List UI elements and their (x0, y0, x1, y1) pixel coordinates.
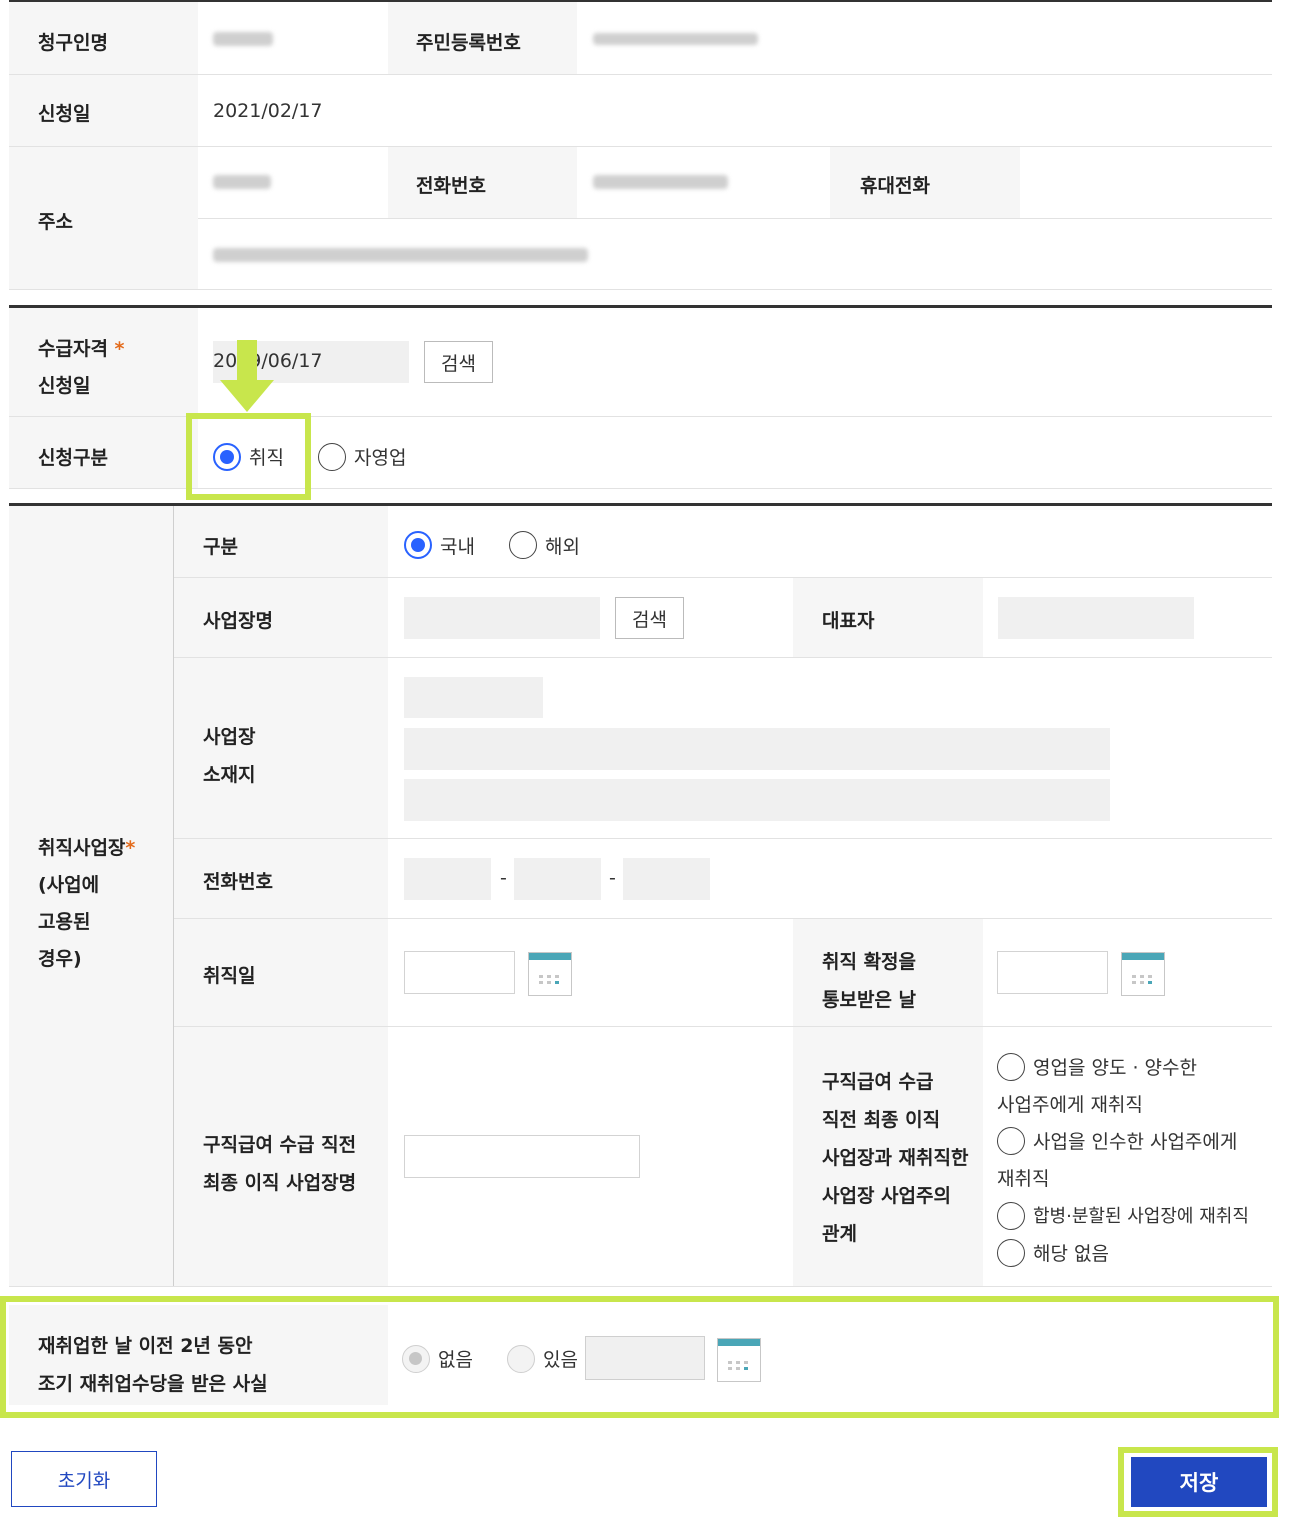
postcode-redacted (213, 175, 271, 189)
workplace-section-label: 취직사업장* (사업에 고용된 경우) (38, 837, 136, 970)
workplace-search-button[interactable]: 검색 (615, 597, 684, 639)
rrn-label: 주민등록번호 (416, 32, 521, 54)
prev-workplace-input[interactable] (404, 1135, 640, 1178)
radio-relation-acquisition-label-2: 재취직 (997, 1168, 1050, 1190)
phone-separator-2: - (609, 867, 616, 889)
claimant-name-label: 청구인명 (38, 32, 108, 54)
radio-relation-acquisition-label-1: 사업을 인수한 사업주에게 (1033, 1131, 1238, 1153)
hire-date-input[interactable] (404, 951, 515, 994)
confirm-date-calendar-icon[interactable] (1121, 952, 1165, 996)
radio-relation-transfer-label-2: 사업주에게 재취직 (997, 1094, 1143, 1116)
workplace-name-input[interactable] (404, 597, 600, 639)
radio-relation-transfer[interactable] (997, 1053, 1025, 1081)
mobile-label: 휴대전화 (860, 175, 930, 197)
radio-relation-acquisition[interactable] (997, 1127, 1025, 1155)
radio-self-employed[interactable] (318, 443, 346, 471)
radio-domestic[interactable] (404, 531, 432, 559)
phone-value-redacted (593, 175, 728, 189)
radio-domestic-label: 국내 (440, 536, 475, 558)
workplace-phone-part3[interactable] (623, 858, 710, 900)
address-value-redacted (213, 248, 588, 262)
location-address2-input[interactable] (404, 779, 1110, 821)
radio-relation-merger[interactable] (997, 1202, 1025, 1230)
radio-relation-none-label: 해당 없음 (1033, 1243, 1109, 1265)
representative-input[interactable] (998, 597, 1194, 639)
highlight-early-benefit-row (0, 1296, 1279, 1418)
application-date-label: 신청일 (38, 103, 91, 125)
eligibility-date-header (9, 308, 198, 416)
phone-label: 전화번호 (416, 175, 486, 197)
workplace-name-label: 사업장명 (203, 610, 273, 632)
save-button[interactable]: 저장 (1131, 1457, 1267, 1507)
eligibility-search-button[interactable]: 검색 (424, 341, 493, 383)
eligibility-date-label-line2: 신청일 (38, 375, 91, 397)
location-label: 사업장 소재지 (203, 726, 256, 786)
radio-relation-none[interactable] (997, 1239, 1025, 1267)
relation-label: 구직급여 수급 직전 최종 이직 사업장과 재취직한 사업장 사업주의 관계 (822, 1071, 969, 1245)
highlight-application-type (186, 413, 311, 500)
location-postcode-input[interactable] (404, 677, 543, 718)
hire-date-label: 취직일 (203, 965, 256, 987)
hire-date-calendar-icon[interactable] (528, 952, 572, 996)
location-address1-input[interactable] (404, 728, 1110, 770)
claimant-name-value-redacted (213, 32, 273, 46)
radio-relation-transfer-label-1: 영업을 양도 · 양수한 (1033, 1057, 1197, 1079)
division-label: 구분 (203, 536, 238, 558)
confirm-date-input[interactable] (997, 951, 1108, 994)
address-label: 주소 (38, 211, 73, 233)
workplace-phone-label: 전화번호 (203, 871, 273, 893)
radio-relation-merger-label: 합병·분할된 사업장에 재취직 (1033, 1206, 1249, 1227)
eligibility-date-label-line1: 수급자격 * (38, 338, 125, 360)
radio-self-employed-label: 자영업 (354, 447, 407, 469)
workplace-phone-part1[interactable] (404, 858, 491, 900)
confirm-date-label: 취직 확정을 통보받은 날 (822, 951, 917, 1011)
down-arrow-icon (220, 340, 274, 412)
phone-separator-1: - (500, 867, 507, 889)
workplace-phone-part2[interactable] (514, 858, 601, 900)
reset-button[interactable]: 초기화 (11, 1451, 157, 1507)
rrn-value-redacted (593, 33, 758, 45)
application-type-label: 신청구분 (38, 447, 108, 469)
representative-label: 대표자 (822, 610, 875, 632)
prev-workplace-label: 구직급여 수급 직전 최종 이직 사업장명 (203, 1134, 357, 1194)
required-mark: * (114, 338, 125, 360)
application-date-value: 2021/02/17 (213, 100, 323, 122)
radio-overseas[interactable] (509, 531, 537, 559)
radio-overseas-label: 해외 (545, 536, 580, 558)
